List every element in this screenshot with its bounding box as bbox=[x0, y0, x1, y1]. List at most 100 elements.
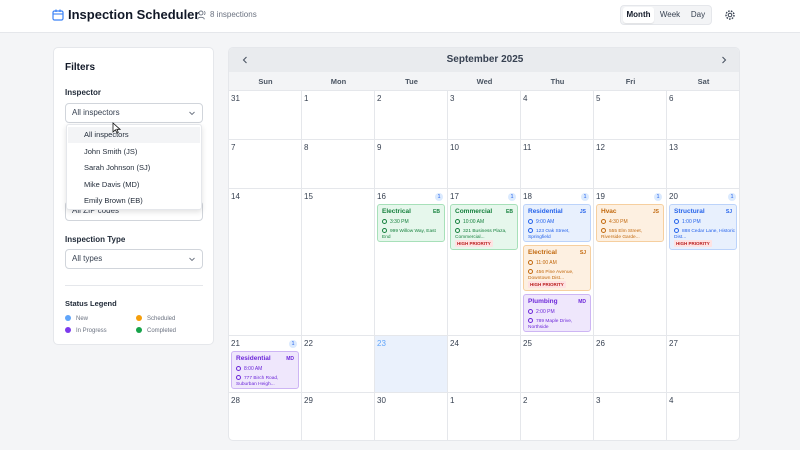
location-pin-icon bbox=[601, 228, 606, 233]
event-title: Hvac bbox=[601, 208, 617, 215]
inspector-select[interactable]: All inspectors bbox=[65, 103, 203, 123]
day-cell[interactable]: 8 bbox=[302, 140, 375, 189]
divider bbox=[65, 285, 203, 286]
event-time: 2:00 PM bbox=[528, 309, 555, 315]
inspector-initials: JS bbox=[579, 209, 586, 215]
location-pin-icon bbox=[455, 228, 460, 233]
inspection-event[interactable]: Residential MD 8:00 AM 777 Birch Road, Subu… bbox=[231, 351, 299, 389]
inspection-event[interactable]: Plumbing MD 2:00 PM 789 Maple Drive, Norths… bbox=[523, 294, 591, 332]
day-cell[interactable]: 28 bbox=[229, 393, 302, 440]
inspection-type-value: All types bbox=[72, 254, 103, 263]
day-cell[interactable]: 13 bbox=[667, 140, 739, 189]
inspector-initials: MD bbox=[286, 356, 294, 362]
day-cell[interactable]: 2 bbox=[521, 393, 594, 440]
day-number: 4 bbox=[523, 94, 528, 103]
day-cell[interactable]: 1 bbox=[448, 393, 521, 440]
clock-icon bbox=[382, 219, 387, 224]
mouse-cursor-icon bbox=[112, 122, 121, 134]
day-cell[interactable]: 21 1 Residential MD 8:00 AM 777 Birch Road, S… bbox=[229, 336, 302, 393]
dropdown-option-all[interactable]: All inspectors bbox=[68, 127, 200, 143]
dropdown-option-js[interactable]: John Smith (JS) bbox=[68, 144, 200, 160]
day-cell[interactable]: 5 bbox=[594, 91, 667, 140]
day-cell[interactable]: 29 bbox=[302, 393, 375, 440]
location-pin-icon bbox=[674, 228, 679, 233]
gear-icon[interactable] bbox=[724, 9, 736, 21]
inspection-event[interactable]: Commercial EB 10:00 AM 321 Business Plaza, … bbox=[450, 204, 518, 250]
inspection-type-label: Inspection Type bbox=[65, 235, 126, 244]
day-cell[interactable]: 31 bbox=[229, 91, 302, 140]
chevron-right-icon[interactable] bbox=[717, 53, 731, 67]
legend-in-progress: In Progress bbox=[65, 327, 107, 334]
day-number: 2 bbox=[377, 94, 382, 103]
day-cell[interactable]: 6 bbox=[667, 91, 739, 140]
day-cell[interactable]: 22 bbox=[302, 336, 375, 393]
day-number: 9 bbox=[377, 143, 382, 152]
month-view-button[interactable]: Month bbox=[623, 7, 654, 23]
day-cell[interactable]: 3 bbox=[594, 393, 667, 440]
day-cell[interactable]: 1 bbox=[302, 91, 375, 140]
day-cell[interactable]: 9 bbox=[375, 140, 448, 189]
day-cell[interactable]: 26 bbox=[594, 336, 667, 393]
weekday-mon: Mon bbox=[330, 77, 347, 86]
inspection-event[interactable]: Electrical SJ 11:00 AM 456 Pine Avenue, Dow… bbox=[523, 245, 591, 291]
day-number: 16 bbox=[377, 192, 386, 201]
calendar-header: September 2025 bbox=[229, 48, 739, 72]
day-cell[interactable]: 30 bbox=[375, 393, 448, 440]
day-cell[interactable]: 18 1 Residential JS 9:00 AM 123 Oak Street, S… bbox=[521, 189, 594, 336]
day-cell[interactable]: 4 bbox=[667, 393, 739, 440]
day-cell[interactable]: 2 bbox=[375, 91, 448, 140]
scheduled-dot-icon bbox=[136, 315, 142, 321]
event-count-badge: 1 bbox=[728, 193, 736, 201]
inspection-event[interactable]: Structural SJ 1:00 PM 888 Cedar Lane, Histo… bbox=[669, 204, 737, 250]
inspection-event[interactable]: Residential JS 9:00 AM 123 Oak Street, Spri… bbox=[523, 204, 591, 242]
inspection-event[interactable]: Electrical EB 3:30 PM 999 Willow Way, East … bbox=[377, 204, 445, 242]
day-cell[interactable]: 20 1 Structural SJ 1:00 PM 888 Cedar Lane, Hi… bbox=[667, 189, 739, 336]
day-cell[interactable]: 19 1 Hvac JS 4:30 PM 555 Elm Street, Riversid… bbox=[594, 189, 667, 336]
legend-new: New bbox=[65, 315, 88, 322]
dropdown-option-eb[interactable]: Emily Brown (EB) bbox=[68, 193, 200, 209]
day-number: 12 bbox=[596, 143, 605, 152]
inspector-initials: SJ bbox=[725, 209, 732, 215]
day-cell[interactable]: 23 bbox=[375, 336, 448, 393]
day-number: 21 bbox=[231, 339, 240, 348]
inspection-type-select[interactable]: All types bbox=[65, 249, 203, 269]
event-count-badge: 1 bbox=[435, 193, 443, 201]
day-view-button[interactable]: Day bbox=[686, 7, 710, 23]
dropdown-option-md[interactable]: Mike Davis (MD) bbox=[68, 177, 200, 193]
event-time: 9:00 AM bbox=[528, 219, 554, 225]
day-cell[interactable]: 14 bbox=[229, 189, 302, 336]
day-cell[interactable]: 17 1 Commercial EB 10:00 AM 321 Business Plaz… bbox=[448, 189, 521, 336]
day-cell[interactable]: 7 bbox=[229, 140, 302, 189]
event-time: 8:00 AM bbox=[236, 366, 262, 372]
inspection-event[interactable]: Hvac JS 4:30 PM 555 Elm Street, Riverside G… bbox=[596, 204, 664, 242]
event-address: 777 Birch Road, Suburban Heigh... bbox=[236, 375, 279, 387]
week-view-button[interactable]: Week bbox=[655, 7, 685, 23]
event-count-badge: 1 bbox=[654, 193, 662, 201]
day-cell[interactable]: 15 bbox=[302, 189, 375, 336]
event-time: 1:00 PM bbox=[674, 219, 701, 225]
day-cell[interactable]: 24 bbox=[448, 336, 521, 393]
day-cell[interactable]: 25 bbox=[521, 336, 594, 393]
completed-dot-icon bbox=[136, 327, 142, 333]
chevron-down-icon bbox=[189, 257, 195, 262]
clock-icon bbox=[674, 219, 679, 224]
day-cell[interactable]: 12 bbox=[594, 140, 667, 189]
weekday-header: Sun Mon Tue Wed Thu Fri Sat bbox=[229, 72, 739, 91]
day-number: 31 bbox=[231, 94, 240, 103]
month-label: September 2025 bbox=[446, 54, 524, 65]
legend-completed: Completed bbox=[136, 327, 176, 334]
day-number: 29 bbox=[304, 396, 313, 405]
clock-icon bbox=[601, 219, 606, 224]
day-cell[interactable]: 10 bbox=[448, 140, 521, 189]
dropdown-option-sj[interactable]: Sarah Johnson (SJ) bbox=[68, 160, 200, 176]
priority-badge: HIGH PRIORITY bbox=[528, 281, 566, 288]
new-dot-icon bbox=[65, 315, 71, 321]
weekday-tue: Tue bbox=[405, 77, 418, 86]
day-number: 3 bbox=[596, 396, 601, 405]
day-cell[interactable]: 11 bbox=[521, 140, 594, 189]
day-cell[interactable]: 16 1 Electrical EB 3:30 PM 999 Willow Way, Ea… bbox=[375, 189, 448, 336]
day-cell[interactable]: 4 bbox=[521, 91, 594, 140]
day-number: 15 bbox=[304, 192, 313, 201]
day-cell[interactable]: 3 bbox=[448, 91, 521, 140]
day-cell[interactable]: 27 bbox=[667, 336, 739, 393]
